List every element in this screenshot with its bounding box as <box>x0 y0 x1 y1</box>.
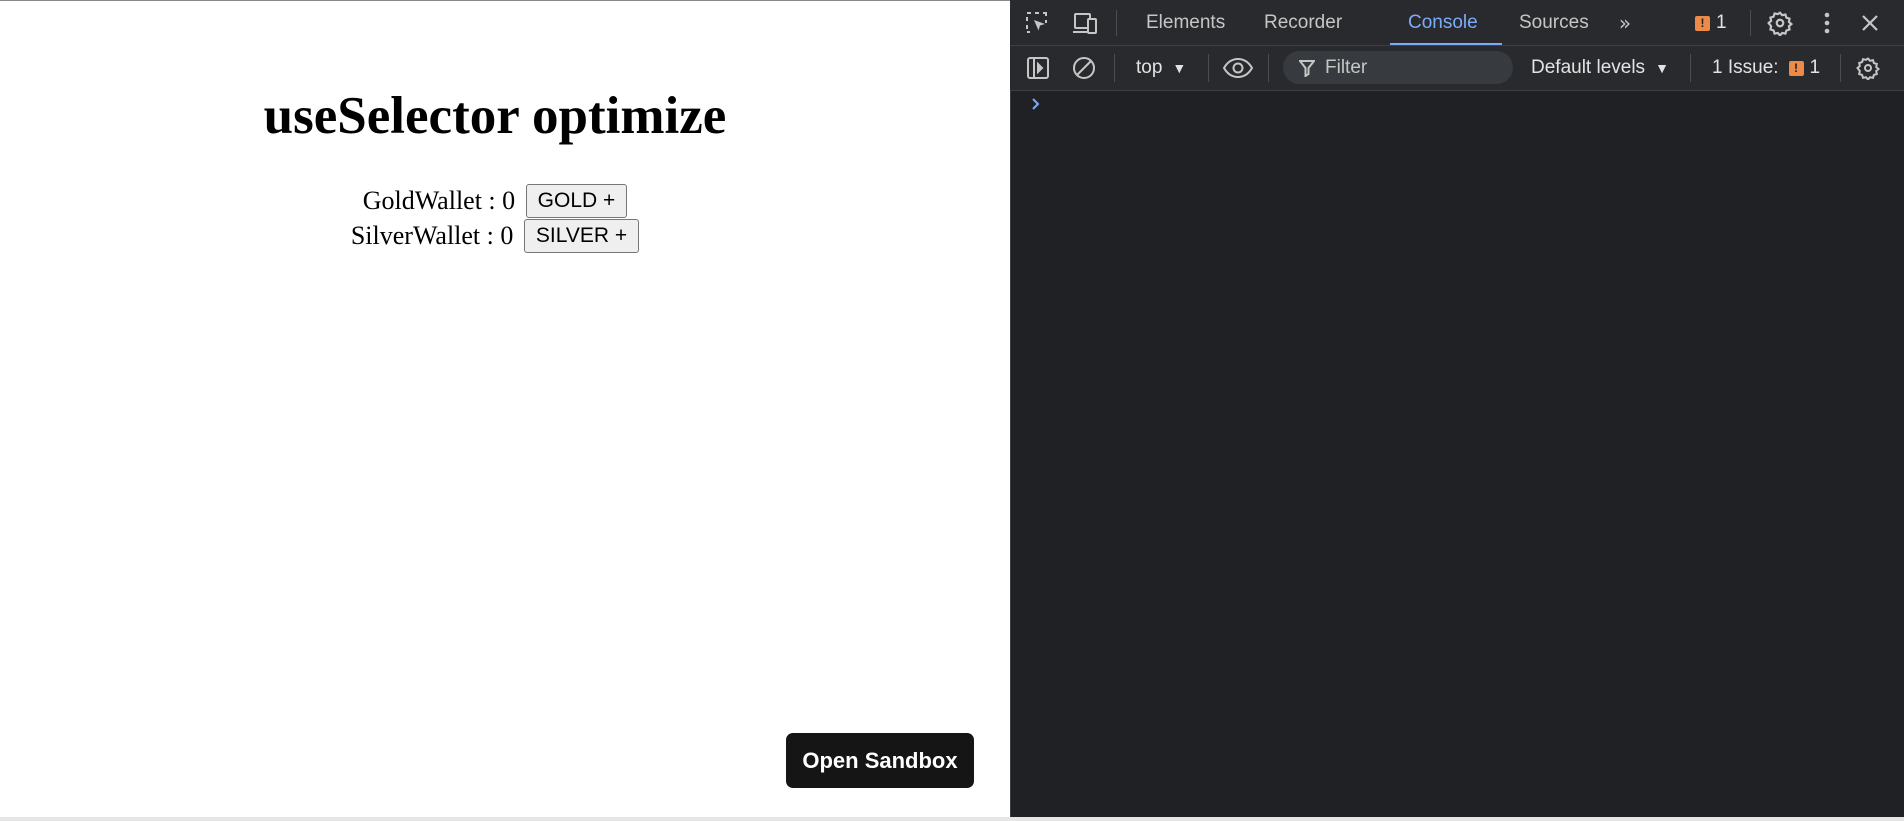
issue-warning-icon: ! <box>1695 15 1710 31</box>
context-selector-value: top <box>1136 57 1163 78</box>
log-levels-label: Default levels <box>1531 57 1646 78</box>
issues-label: 1 Issue: <box>1712 57 1779 78</box>
issues-link[interactable]: 1 Issue: ! 1 <box>1712 56 1820 80</box>
issue-warning-icon: ! <box>1788 60 1804 76</box>
console-filter-input[interactable]: Filter <box>1283 51 1513 84</box>
page-title: useSelector optimize <box>263 87 727 145</box>
inspect-element-icon[interactable] <box>1022 8 1052 38</box>
clear-console-icon[interactable] <box>1070 54 1098 82</box>
tab-sources[interactable]: Sources <box>1519 0 1589 45</box>
toolbar-separator <box>1114 54 1115 82</box>
toolbar-separator <box>1208 54 1209 82</box>
gold-wallet-value: 0 <box>502 186 516 216</box>
toolbar-separator <box>1268 54 1269 82</box>
gold-plus-button[interactable]: GOLD + <box>525 184 628 219</box>
more-options-kebab-icon[interactable] <box>1814 9 1840 37</box>
filter-funnel-icon <box>1299 59 1315 77</box>
toolbar-separator <box>1690 54 1691 82</box>
active-tab-indicator <box>1390 43 1502 45</box>
gold-wallet-row: GoldWallet : 0 GOLD + <box>0 182 990 219</box>
filter-placeholder: Filter <box>1325 56 1368 78</box>
devtools-panel <box>1010 0 1904 818</box>
tab-console[interactable]: Console <box>1408 0 1478 45</box>
silver-wallet-row: SilverWallet : 0 SILVER + <box>0 217 990 254</box>
close-devtools-icon[interactable] <box>1856 9 1884 37</box>
console-settings-gear-icon[interactable] <box>1854 54 1882 82</box>
silver-plus-button[interactable]: SILVER + <box>523 219 640 254</box>
issues-label-count: 1 <box>1809 57 1821 78</box>
tab-recorder[interactable]: Recorder <box>1264 0 1342 45</box>
tabbar-separator <box>1750 10 1751 36</box>
settings-gear-icon[interactable] <box>1766 9 1794 37</box>
app-preview: useSelector optimize GoldWallet : 0 GOLD… <box>0 1 1010 817</box>
context-selector[interactable]: top ▼ <box>1136 56 1186 80</box>
context-dropdown-arrow-icon: ▼ <box>1172 60 1187 76</box>
toolbar-separator <box>1840 54 1841 82</box>
window-bottom-border <box>0 817 1904 821</box>
log-levels-dropdown[interactable]: Default levels ▼ <box>1531 56 1669 80</box>
open-sandbox-button[interactable]: Open Sandbox <box>786 733 974 788</box>
tab-elements[interactable]: Elements <box>1146 0 1225 45</box>
live-expression-eye-icon[interactable] <box>1222 54 1254 82</box>
levels-dropdown-arrow-icon: ▼ <box>1655 60 1669 76</box>
silver-wallet-value: 0 <box>500 221 514 251</box>
gold-wallet-label: GoldWallet : <box>362 186 503 216</box>
issues-counter-value: 1 <box>1716 12 1727 33</box>
silver-wallet-label: SilverWallet : <box>350 221 501 251</box>
sidebar-toggle-icon[interactable] <box>1024 54 1052 82</box>
tabbar-separator <box>1116 10 1117 36</box>
device-toolbar-icon[interactable] <box>1070 8 1100 38</box>
issues-counter[interactable]: ! 1 <box>1695 11 1727 35</box>
console-prompt-chevron-icon[interactable] <box>1030 96 1042 117</box>
more-tabs-chevron-icon[interactable]: » <box>1612 10 1638 36</box>
